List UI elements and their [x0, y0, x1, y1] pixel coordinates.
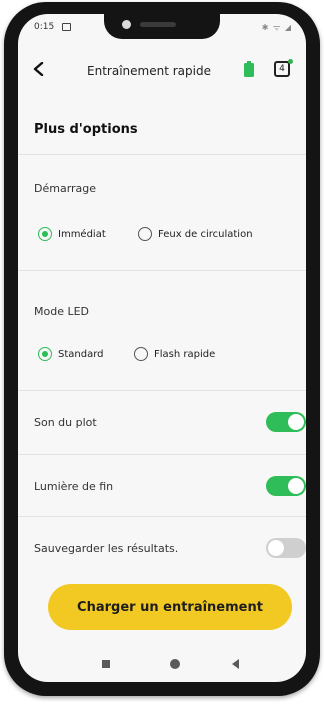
demarrage-label: Démarrage	[34, 182, 97, 195]
radio-standard[interactable]: Standard	[38, 347, 104, 361]
app-bar: Entraînement rapide 4	[18, 52, 306, 92]
son-du-plot-toggle[interactable]	[266, 412, 306, 432]
lumiere-de-fin-toggle[interactable]	[266, 476, 306, 496]
sauvegarder-resultats-label: Sauvegarder les résultats.	[34, 542, 179, 555]
back-arrow-icon[interactable]	[32, 62, 46, 76]
radio-immediat[interactable]: Immédiat	[38, 227, 106, 241]
divider	[18, 516, 306, 517]
radio-selected-icon	[38, 227, 52, 241]
notch	[104, 14, 220, 39]
system-nav-bar	[18, 650, 306, 680]
son-du-plot-label: Son du plot	[34, 416, 97, 429]
app-screen: 0:15 ✱ ᯤ ◢ Entraînement rapide 4 Plus d'…	[18, 14, 306, 682]
camera-icon	[122, 20, 131, 29]
divider	[18, 270, 306, 271]
radio-feux-de-circulation[interactable]: Feux de circulation	[138, 227, 253, 241]
divider	[18, 390, 306, 391]
radio-selected-icon	[38, 347, 52, 361]
status-time: 0:15	[34, 22, 55, 32]
status-icons: ✱ ᯤ ◢	[261, 23, 292, 32]
toggle-knob	[288, 414, 304, 430]
mode-led-label: Mode LED	[34, 305, 90, 318]
radio-flash-rapide[interactable]: Flash rapide	[134, 347, 215, 361]
radio-label: Flash rapide	[154, 348, 216, 360]
load-training-button[interactable]: Charger un entraînement	[48, 584, 292, 630]
divider	[18, 154, 306, 155]
toggle-knob	[268, 540, 284, 556]
lumiere-de-fin-label: Lumière de fin	[34, 480, 114, 493]
page-title: Entraînement rapide	[87, 64, 211, 78]
section-title: Plus d'options	[34, 122, 138, 137]
radio-label: Standard	[58, 348, 104, 360]
battery-icon	[244, 61, 254, 77]
toggle-knob	[288, 478, 304, 494]
radio-unselected-icon	[138, 227, 152, 241]
recent-apps-icon[interactable]	[102, 660, 110, 668]
notification-icon	[62, 23, 71, 31]
radio-label: Immédiat	[58, 228, 106, 240]
sauvegarder-resultats-toggle[interactable]	[266, 538, 306, 558]
phone-frame: 0:15 ✱ ᯤ ◢ Entraînement rapide 4 Plus d'…	[4, 2, 320, 696]
radio-unselected-icon	[134, 347, 148, 361]
speaker-grille	[140, 22, 176, 27]
connection-dot	[288, 59, 293, 64]
home-icon[interactable]	[170, 659, 180, 669]
pod-counter-icon[interactable]: 4	[274, 61, 290, 77]
divider	[18, 454, 306, 455]
nav-back-icon[interactable]	[232, 659, 239, 669]
radio-label: Feux de circulation	[158, 228, 253, 240]
